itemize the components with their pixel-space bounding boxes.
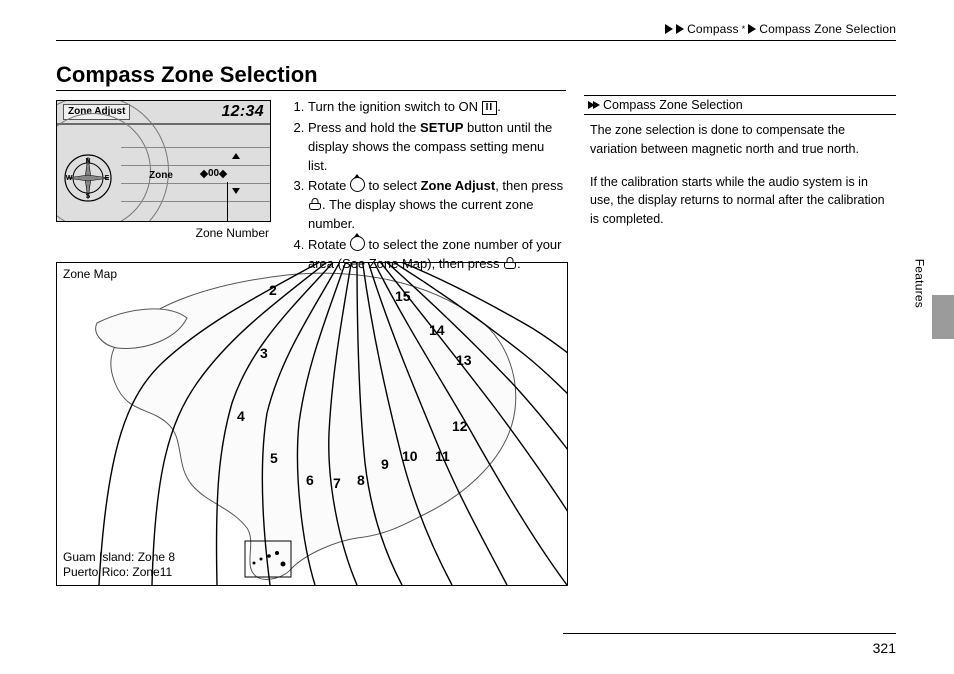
compass-icon: N S W E <box>63 153 113 203</box>
steps-list: Turn the ignition switch to ON II. Press… <box>290 98 564 276</box>
svg-text:W: W <box>66 175 73 182</box>
breadcrumb-item: Compass Zone Selection <box>759 22 896 36</box>
zone-field-value: 00 <box>201 168 226 179</box>
triangle-up-icon <box>232 153 240 159</box>
svg-text:4: 4 <box>237 408 245 424</box>
map-note-guam: Guam Island: Zone 8 <box>63 550 175 566</box>
svg-text:8: 8 <box>357 472 365 488</box>
asterisk-note: * <box>742 24 746 34</box>
divider <box>56 90 566 91</box>
breadcrumb-item: Compass <box>687 22 739 36</box>
triangle-right-icon <box>665 24 673 34</box>
svg-text:7: 7 <box>333 475 341 491</box>
rotate-knob-icon <box>350 177 365 192</box>
pointer-line <box>227 182 228 222</box>
diamond-right-icon <box>219 169 227 177</box>
zone-map-svg: 2 3 4 5 6 7 8 9 10 11 12 13 14 15 <box>57 263 567 585</box>
divider <box>56 40 896 41</box>
svg-text:15: 15 <box>395 288 411 304</box>
svg-text:E: E <box>105 175 110 182</box>
divider <box>563 633 896 634</box>
zone-field-label: Zone <box>149 170 173 181</box>
triangle-down-icon <box>232 188 240 194</box>
step-item: Turn the ignition switch to ON II. <box>308 98 564 117</box>
step-item: Press and hold the SETUP button until th… <box>308 119 564 176</box>
display-figure: Zone Adjust 12:34 N S W E Zone <box>56 100 271 240</box>
side-note-paragraph: The zone selection is done to compensate… <box>590 121 892 159</box>
side-notes: Compass Zone Selection The zone selectio… <box>584 95 896 243</box>
page-title: Compass Zone Selection <box>56 62 318 88</box>
rotate-knob-icon <box>350 236 365 251</box>
svg-text:5: 5 <box>270 450 278 466</box>
map-title: Zone Map <box>63 267 117 281</box>
breadcrumb: Compass * Compass Zone Selection <box>665 22 896 36</box>
svg-text:12: 12 <box>452 418 468 434</box>
side-note-paragraph: If the calibration starts while the audi… <box>590 173 892 229</box>
clock-readout: 12:34 <box>221 103 264 121</box>
svg-text:6: 6 <box>306 472 314 488</box>
svg-text:11: 11 <box>435 448 450 464</box>
svg-text:10: 10 <box>402 448 418 464</box>
page-number: 321 <box>873 640 896 656</box>
svg-text:9: 9 <box>381 456 389 472</box>
press-button-icon <box>308 199 322 211</box>
triangle-right-icon <box>748 24 756 34</box>
side-notes-title: Compass Zone Selection <box>603 98 743 112</box>
ignition-ii-icon: II <box>482 101 498 115</box>
section-tab-label: Features <box>912 259 926 308</box>
step-item: Rotate to select Zone Adjust, then press… <box>308 177 564 234</box>
diamond-left-icon <box>200 169 208 177</box>
svg-text:14: 14 <box>429 322 445 338</box>
triangle-right-icon <box>676 24 684 34</box>
svg-text:N: N <box>85 158 90 165</box>
section-tab-marker <box>932 295 954 339</box>
map-note-pr: Puerto Rico: Zone11 <box>63 565 175 581</box>
svg-text:3: 3 <box>260 345 268 361</box>
svg-text:2: 2 <box>269 282 277 298</box>
double-arrow-icon <box>588 101 600 109</box>
zone-map-figure: Zone Map Guam Island: Zone 8 Puerto Rico… <box>56 262 568 586</box>
figure-caption: Zone Number <box>56 226 271 240</box>
svg-text:13: 13 <box>456 352 472 368</box>
svg-text:S: S <box>86 193 91 200</box>
